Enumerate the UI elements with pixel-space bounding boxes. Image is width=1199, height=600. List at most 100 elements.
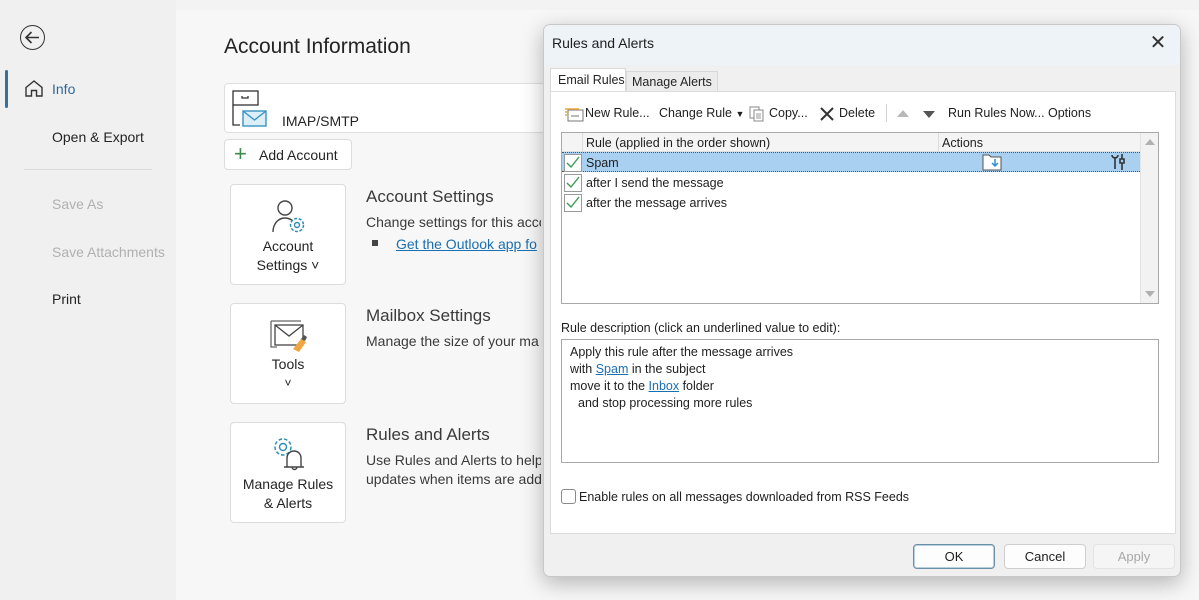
scroll-up-icon[interactable] [1145, 139, 1155, 145]
rule-description-box: Apply this rule after the message arrive… [561, 339, 1159, 463]
tools-chevron-icon: ˅ [284, 376, 292, 390]
nav-item-print[interactable]: Print [52, 291, 81, 307]
move-to-folder-icon [982, 154, 1002, 171]
page-title: Account Information [224, 35, 411, 58]
account-settings-icon [272, 200, 305, 233]
account-settings-label-2: Settings ˅ [256, 257, 320, 273]
description-line-1: Apply this rule after the message arrive… [570, 345, 794, 359]
close-icon: ✕ [1149, 32, 1167, 54]
description-line-3: move it to the Inbox folder [570, 378, 1158, 395]
email-rules-panel: New Rule... Change Rule ▼ Copy... Delete… [550, 91, 1176, 534]
tools-button[interactable]: Tools ˅ [230, 303, 346, 404]
copy-button[interactable]: Copy... [769, 106, 808, 120]
rule-name: after I send the message [586, 176, 724, 190]
subject-value-link[interactable]: Spam [596, 362, 629, 376]
rule-description-label: Rule description (click an underlined va… [561, 321, 841, 335]
rss-rules-label: Enable rules on all messages downloaded … [579, 490, 910, 504]
copy-icon [749, 106, 764, 122]
nav-item-open-export[interactable]: Open & Export [52, 129, 144, 145]
account-type: IMAP/SMTP [282, 113, 360, 129]
rule-enabled-checkbox[interactable] [564, 174, 582, 192]
nav-item-save-attachments: Save Attachments [52, 244, 165, 260]
back-arrow-icon [24, 31, 39, 44]
account-settings-title: Account Settings [366, 187, 494, 206]
mailbox-settings-text: Manage the size of your ma [366, 333, 539, 349]
active-indicator [5, 70, 8, 108]
rules-alerts-text-2: updates when items are add [366, 471, 541, 487]
description-text: with [570, 362, 596, 376]
rules-list-header: Rule (applied in the order shown) Action… [562, 133, 1140, 152]
rule-enabled-checkbox[interactable] [564, 154, 582, 172]
rule-row-after-send[interactable]: after I send the message [562, 173, 1140, 193]
scroll-down-icon[interactable] [1145, 291, 1155, 297]
apply-button: Apply [1093, 544, 1175, 569]
rss-rules-checkbox[interactable] [561, 489, 576, 504]
run-rules-now-button[interactable]: Run Rules Now... [948, 106, 1045, 120]
nav-item-save-as: Save As [52, 196, 104, 212]
home-icon [25, 80, 43, 97]
description-line-4: and stop processing more rules [578, 396, 753, 410]
move-up-icon[interactable] [897, 110, 909, 117]
mailbox-settings-title: Mailbox Settings [366, 306, 491, 325]
account-selector[interactable] [224, 83, 564, 133]
rule-row-after-arrives[interactable]: after the message arrives [562, 193, 1140, 213]
run-rules-now-label: Run Rules Now... [948, 106, 1045, 120]
add-account-button[interactable]: + Add Account [224, 139, 352, 170]
mailbox-cleanup-icon [270, 320, 307, 352]
copy-label: Copy... [769, 106, 808, 120]
rules-list: Rule (applied in the order shown) Action… [561, 132, 1159, 304]
description-text: folder [679, 379, 714, 393]
dialog-title: Rules and Alerts [552, 35, 654, 51]
ok-button[interactable]: OK [913, 544, 995, 569]
nav-divider [24, 169, 152, 170]
account-settings-button[interactable]: Account Settings ˅ [230, 184, 346, 285]
column-divider [582, 133, 583, 152]
new-rule-icon [565, 108, 584, 122]
change-rule-label: Change Rule [659, 106, 732, 120]
delete-label: Delete [839, 106, 876, 120]
column-divider [938, 133, 939, 152]
new-rule-label: New Rule... [585, 106, 650, 120]
rules-alerts-icon [274, 438, 304, 471]
nav-item-info[interactable]: Info [52, 81, 75, 97]
folder-value-link[interactable]: Inbox [649, 379, 680, 393]
account-settings-label-1: Account [262, 238, 314, 254]
add-account-label: Add Account [259, 147, 338, 163]
new-rule-button[interactable]: New Rule... [585, 106, 650, 120]
tab-manage-alerts[interactable]: Manage Alerts [626, 71, 718, 92]
cancel-button[interactable]: Cancel [1004, 544, 1086, 569]
rules-list-scrollbar[interactable] [1140, 133, 1158, 303]
delete-button[interactable]: Delete [839, 106, 875, 120]
checkmark-icon [566, 196, 580, 209]
rules-alerts-text-1: Use Rules and Alerts to help [366, 452, 541, 468]
description-text: in the subject [628, 362, 706, 376]
back-button[interactable] [20, 25, 45, 50]
description-line-2: with Spam in the subject [570, 361, 1158, 378]
tab-email-rules[interactable]: Email Rules [550, 68, 626, 92]
get-outlook-app-link[interactable]: Get the Outlook app fo [396, 236, 542, 252]
dropdown-caret-icon: ▼ [735, 109, 745, 119]
plus-icon: + [234, 141, 247, 166]
change-rule-button[interactable]: Change Rule ▼ [659, 106, 744, 120]
options-button[interactable]: Options [1048, 106, 1091, 120]
rule-row-spam[interactable]: Spam [562, 152, 1140, 172]
checkmark-icon [566, 156, 580, 169]
rule-enabled-checkbox[interactable] [564, 194, 582, 212]
options-label: Options [1048, 106, 1092, 120]
rule-name: after the message arrives [586, 196, 728, 210]
column-header-actions[interactable]: Actions [942, 136, 983, 150]
close-button[interactable]: ✕ [1146, 31, 1170, 55]
manage-rules-alerts-button[interactable]: Manage Rules & Alerts [230, 422, 346, 523]
checkmark-icon [566, 176, 580, 189]
rule-settings-icon[interactable] [1109, 153, 1127, 171]
bullet-icon [372, 240, 378, 246]
column-header-rule[interactable]: Rule (applied in the order shown) [586, 136, 770, 150]
toolbar-divider [886, 104, 887, 122]
tools-label: Tools [271, 356, 305, 372]
rule-name: Spam [586, 156, 619, 170]
rules-and-alerts-dialog: Rules and Alerts ✕ Email Rules Manage Al… [543, 24, 1181, 577]
move-down-icon[interactable] [923, 111, 935, 118]
manage-rules-label-1: Manage Rules [242, 476, 334, 492]
rules-alerts-title: Rules and Alerts [366, 425, 490, 444]
account-settings-text: Change settings for this acco [366, 214, 541, 230]
